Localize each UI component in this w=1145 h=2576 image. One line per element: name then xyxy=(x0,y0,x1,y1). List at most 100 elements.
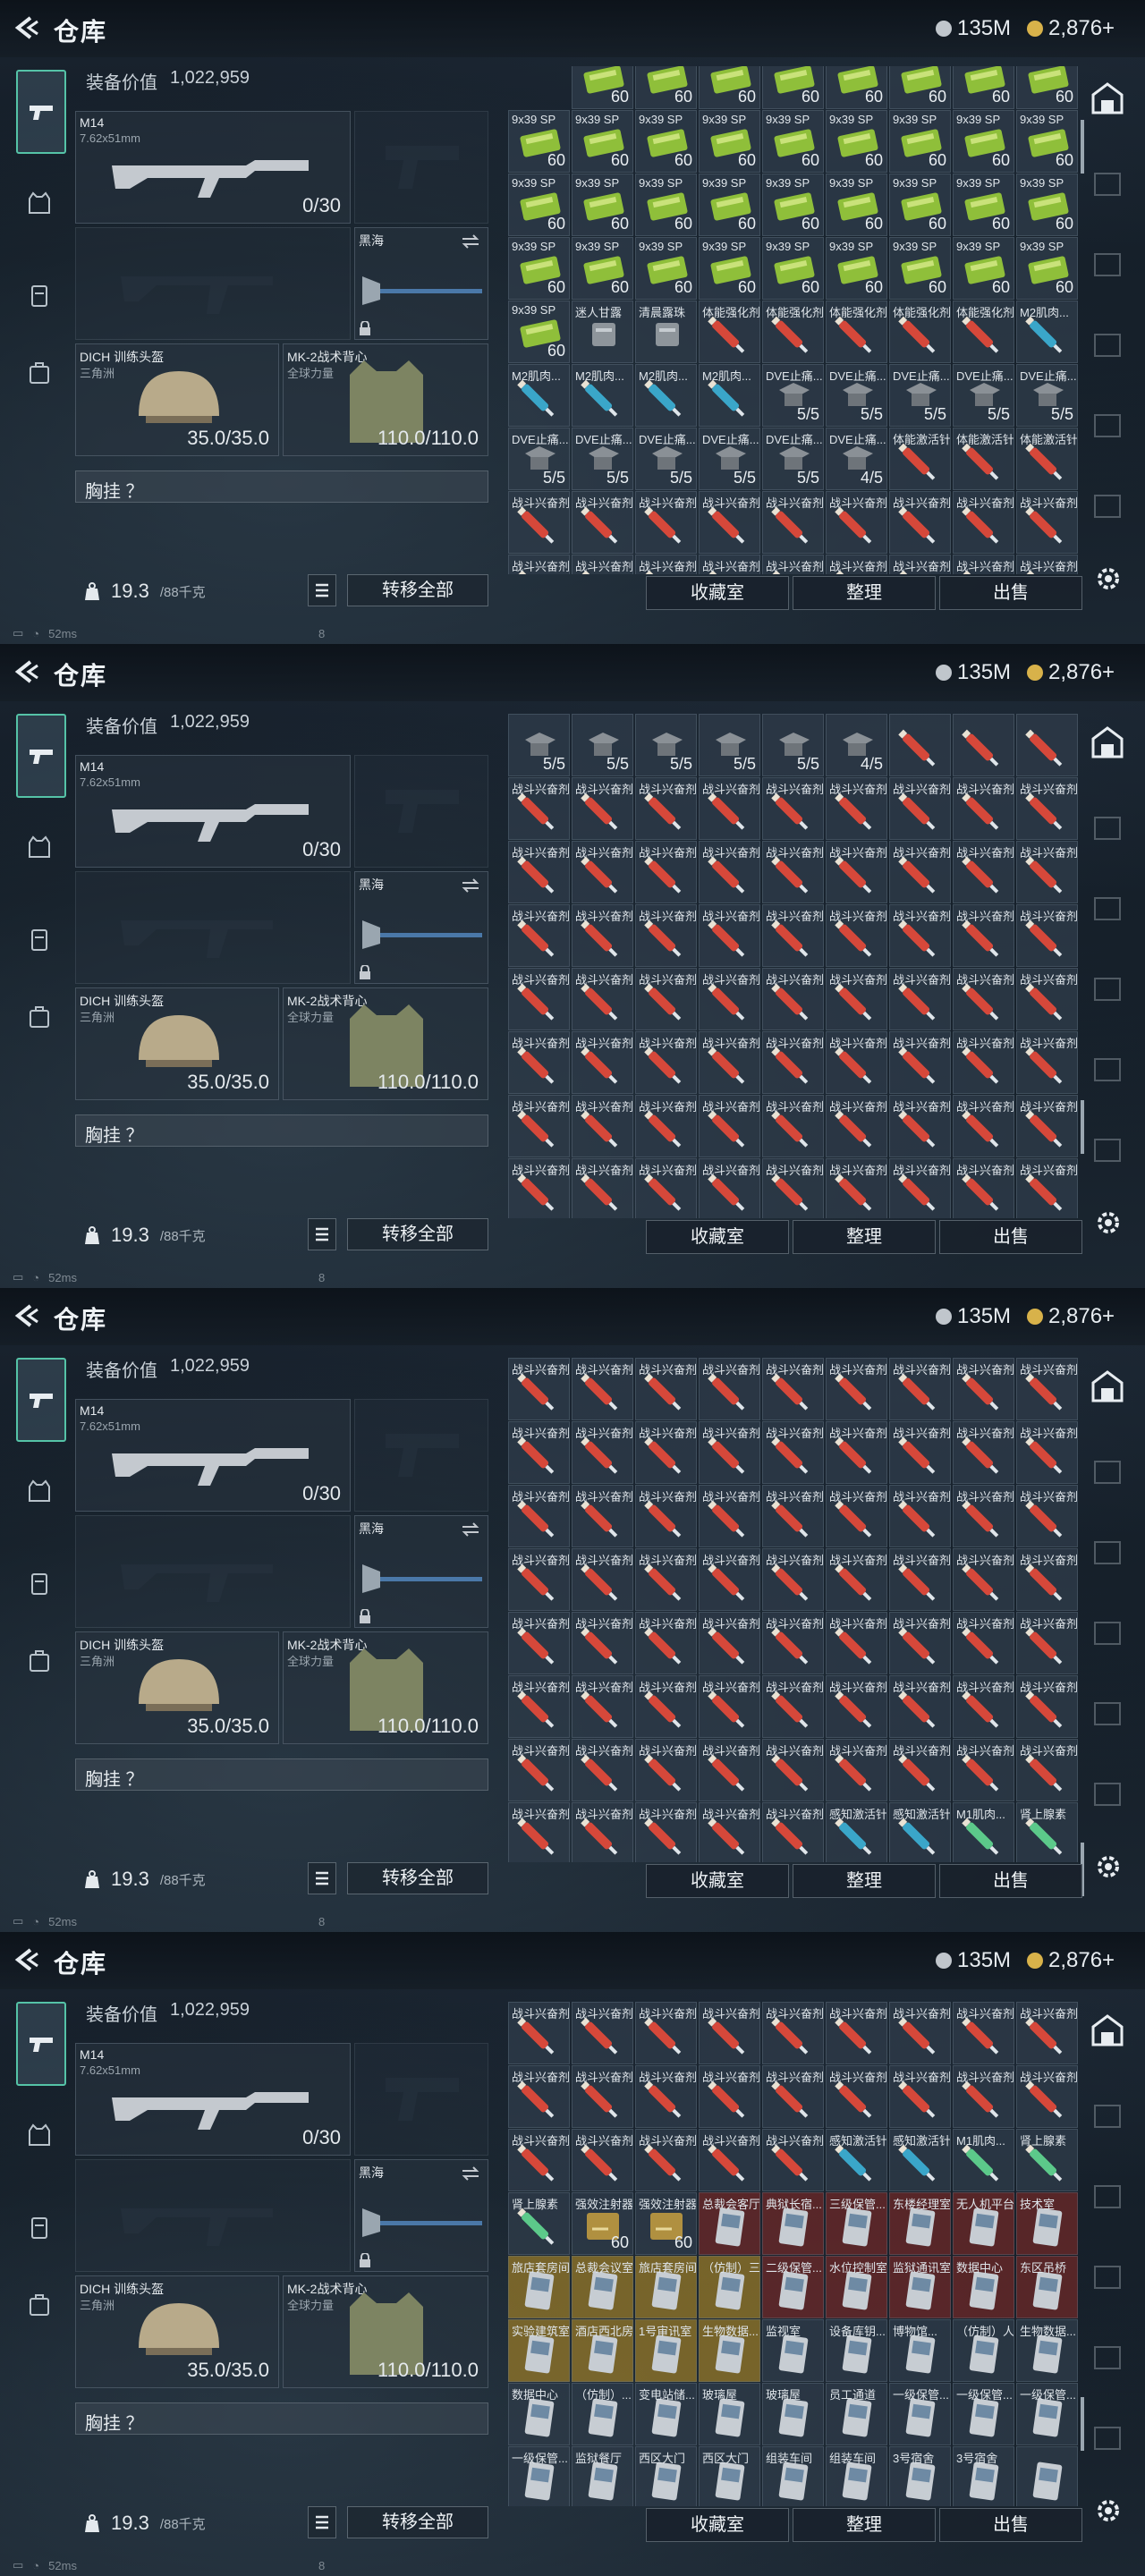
storage-item[interactable]: 3号宿舍 xyxy=(953,2446,1014,2506)
storage-item[interactable]: 9x39 SP 60 xyxy=(699,237,760,300)
storage-item[interactable]: 战斗兴奋剂 xyxy=(572,491,633,554)
storage-item[interactable]: 体能激活针 xyxy=(889,428,951,490)
primary-weapon-slot[interactable]: M14 7.62x51mm 0/30 xyxy=(75,755,351,868)
storage-item[interactable]: 肾上腺素 xyxy=(508,2192,570,2255)
storage-tab-2[interactable] xyxy=(1088,2097,1132,2141)
storage-item[interactable]: 体能强化剂 xyxy=(953,301,1014,363)
storage-item[interactable]: 战斗兴奋剂 xyxy=(635,1421,697,1484)
storage-item[interactable]: 5/5 xyxy=(508,714,570,776)
storage-item[interactable]: 战斗兴奋剂 xyxy=(572,1421,633,1484)
storage-item[interactable]: 战斗兴奋剂 xyxy=(762,1802,824,1862)
gear-icon[interactable] xyxy=(1093,564,1124,594)
storage-item[interactable]: 战斗兴奋剂 xyxy=(508,555,570,574)
swap-icon[interactable] xyxy=(461,1521,480,1538)
storage-item[interactable]: 战斗兴奋剂 xyxy=(826,555,887,574)
pistol-slot[interactable] xyxy=(354,111,488,224)
storage-item[interactable]: DVE止痛... 5/5 xyxy=(572,428,633,490)
storage-item[interactable]: 60 xyxy=(762,66,824,109)
storage-item[interactable]: 9x39 SP 60 xyxy=(572,237,633,300)
storage-item[interactable]: 9x39 SP 60 xyxy=(889,174,951,236)
storage-item[interactable]: M2肌肉... xyxy=(699,364,760,427)
chest-rig-slot[interactable]: 胸挂 ？ xyxy=(75,470,488,503)
storage-item[interactable]: 战斗兴奋剂 xyxy=(1016,1612,1078,1674)
storage-item[interactable]: 战斗兴奋剂 xyxy=(826,491,887,554)
storage-item[interactable]: 9x39 SP 60 xyxy=(508,174,570,236)
storage-item[interactable]: 战斗兴奋剂 xyxy=(1016,555,1078,574)
storage-tab-3[interactable] xyxy=(1088,889,1132,934)
storage-item[interactable]: 战斗兴奋剂 xyxy=(508,2129,570,2191)
storage-item[interactable]: 战斗兴奋剂 xyxy=(572,841,633,903)
storage-item[interactable]: 1号审讯室 xyxy=(635,2319,697,2382)
storage-tab-3[interactable] xyxy=(1088,1533,1132,1578)
armor-slot[interactable]: MK-2战术背心 全球力量 110.0/110.0 xyxy=(283,987,488,1100)
chest-rig-slot[interactable]: 胸挂 ？ xyxy=(75,2402,488,2435)
storage-item[interactable]: DVE止痛... 5/5 xyxy=(762,428,824,490)
storage-item[interactable]: 战斗兴奋剂 xyxy=(889,2002,951,2064)
storage-item[interactable]: 9x39 SP 60 xyxy=(1016,174,1078,236)
storage-item[interactable]: 5/5 xyxy=(699,714,760,776)
storage-item[interactable]: 感知激活针 xyxy=(826,1802,887,1862)
storage-item[interactable]: 战斗兴奋剂 xyxy=(1016,1739,1078,1801)
storage-item[interactable]: 战斗兴奋剂 xyxy=(635,1485,697,1547)
storage-item[interactable]: 战斗兴奋剂 xyxy=(826,1675,887,1738)
storage-item[interactable]: 战斗兴奋剂 xyxy=(508,968,570,1030)
storage-item[interactable]: 战斗兴奋剂 xyxy=(889,1095,951,1157)
storage-item[interactable]: 战斗兴奋剂 xyxy=(762,2002,824,2064)
storage-tab-4[interactable] xyxy=(1088,1614,1132,1658)
storage-item[interactable]: 战斗兴奋剂 xyxy=(508,1612,570,1674)
helmet-slot[interactable]: DICH 训练头盔 三角洲 35.0/35.0 xyxy=(75,987,279,1100)
storage-item[interactable]: 战斗兴奋剂 xyxy=(889,1031,951,1094)
storage-item[interactable]: 战斗兴奋剂 xyxy=(572,968,633,1030)
primary-weapon-slot[interactable]: M14 7.62x51mm 0/30 xyxy=(75,2043,351,2156)
storage-item[interactable]: 战斗兴奋剂 xyxy=(508,1739,570,1801)
storage-item[interactable]: 战斗兴奋剂 xyxy=(572,2002,633,2064)
storage-item[interactable]: 战斗兴奋剂 xyxy=(953,2002,1014,2064)
storage-item[interactable]: 战斗兴奋剂 xyxy=(826,1612,887,1674)
transfer-all-button[interactable]: 转移全部 xyxy=(347,574,488,606)
storage-item[interactable]: 战斗兴奋剂 xyxy=(953,968,1014,1030)
storage-item[interactable]: 战斗兴奋剂 xyxy=(953,555,1014,574)
storage-item[interactable]: 监视室 xyxy=(762,2319,824,2382)
tab-weapons[interactable] xyxy=(16,1358,66,1442)
storage-tab-3[interactable] xyxy=(1088,2177,1132,2222)
storage-item[interactable]: 战斗兴奋剂 xyxy=(508,1485,570,1547)
storage-item[interactable]: 战斗兴奋剂 xyxy=(635,1095,697,1157)
storage-item[interactable]: 战斗兴奋剂 xyxy=(1016,1158,1078,1218)
storage-item[interactable]: 战斗兴奋剂 xyxy=(889,1485,951,1547)
storage-tab-4[interactable] xyxy=(1088,2258,1132,2302)
storage-item[interactable]: 战斗兴奋剂 xyxy=(826,777,887,840)
storage-item[interactable]: 60 xyxy=(889,66,951,109)
storage-item[interactable]: DVE止痛... 5/5 xyxy=(635,428,697,490)
storage-item[interactable]: 战斗兴奋剂 xyxy=(762,1612,824,1674)
storage-item[interactable]: 战斗兴奋剂 xyxy=(572,555,633,574)
storage-item[interactable]: 战斗兴奋剂 xyxy=(635,1739,697,1801)
storage-item[interactable]: 战斗兴奋剂 xyxy=(572,1802,633,1862)
storage-tab-main[interactable] xyxy=(1088,1367,1132,1411)
gear-icon[interactable] xyxy=(1093,1852,1124,1882)
storage-item[interactable]: 战斗兴奋剂 xyxy=(508,777,570,840)
chest-rig-slot[interactable]: 胸挂 ？ xyxy=(75,1758,488,1791)
storage-item[interactable]: 无人机平台 xyxy=(953,2192,1014,2255)
storage-item[interactable]: 战斗兴奋剂 xyxy=(572,1739,633,1801)
storage-item[interactable]: 技术室 xyxy=(1016,2192,1078,2255)
storage-item[interactable]: 战斗兴奋剂 xyxy=(1016,1675,1078,1738)
storage-item[interactable]: 战斗兴奋剂 xyxy=(699,1802,760,1862)
storage-item[interactable]: 战斗兴奋剂 xyxy=(699,968,760,1030)
storage-item[interactable]: 体能强化剂 xyxy=(699,301,760,363)
storage-item[interactable]: DVE止痛... 5/5 xyxy=(889,364,951,427)
sort-button[interactable]: 整理 xyxy=(793,576,936,610)
storage-item[interactable]: 战斗兴奋剂 xyxy=(762,555,824,574)
storage-item[interactable]: 战斗兴奋剂 xyxy=(889,904,951,967)
storage-item[interactable]: 战斗兴奋剂 xyxy=(1016,968,1078,1030)
storage-item[interactable]: 战斗兴奋剂 xyxy=(699,2002,760,2064)
storage-item[interactable]: 数据中心 xyxy=(953,2256,1014,2318)
storage-item[interactable]: 战斗兴奋剂 xyxy=(635,777,697,840)
storage-tab-5[interactable] xyxy=(1088,406,1132,451)
tab-armor[interactable] xyxy=(16,1451,63,1531)
storage-item[interactable]: 5/5 xyxy=(762,714,824,776)
storage-item[interactable]: 战斗兴奋剂 xyxy=(826,1548,887,1611)
storage-item[interactable]: 战斗兴奋剂 xyxy=(889,1158,951,1218)
storage-item[interactable]: 战斗兴奋剂 xyxy=(508,1358,570,1420)
storage-item[interactable]: 战斗兴奋剂 xyxy=(1016,2002,1078,2064)
tab-items[interactable] xyxy=(16,900,63,980)
